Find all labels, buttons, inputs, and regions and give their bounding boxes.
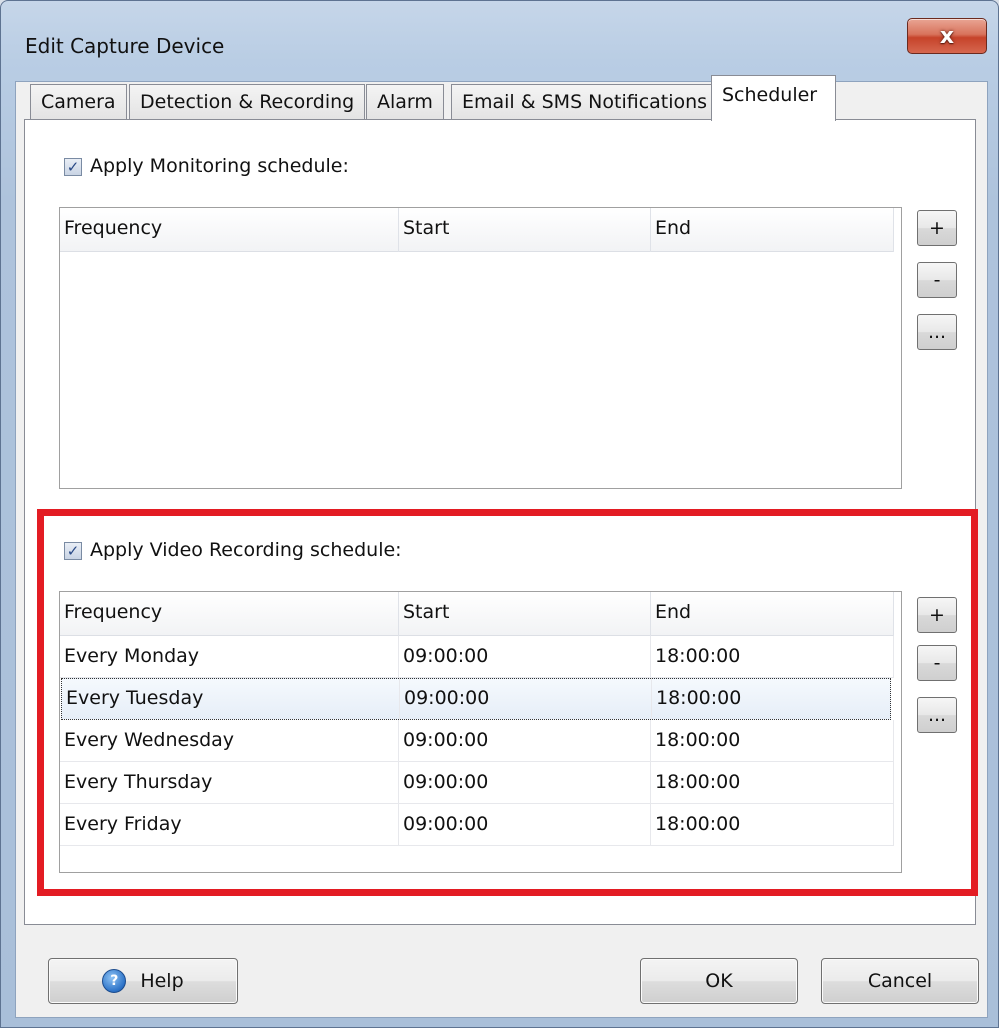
recording-schedule-label[interactable]: Apply Video Recording schedule:: [90, 539, 402, 561]
cell-end: 18:00:00: [651, 762, 894, 803]
column-header-end[interactable]: End: [651, 592, 894, 636]
tab-email-sms-notifications[interactable]: Email & SMS Notifications: [451, 84, 719, 120]
monitoring-edit-button[interactable]: ...: [917, 314, 957, 350]
cell-frequency: Every Monday: [60, 636, 399, 677]
recording-add-button[interactable]: +: [917, 597, 957, 633]
column-header-start[interactable]: Start: [399, 208, 651, 252]
cell-start: 09:00:00: [399, 762, 651, 803]
table-row[interactable]: Every Wednesday 09:00:00 18:00:00: [60, 720, 894, 762]
ok-button[interactable]: OK: [640, 958, 798, 1004]
recording-schedule-checkbox[interactable]: ✓: [64, 542, 82, 560]
monitoring-list-header: Frequency Start End: [60, 208, 894, 252]
monitoring-remove-button[interactable]: -: [917, 262, 957, 298]
monitoring-add-button[interactable]: +: [917, 210, 957, 246]
cell-start: 09:00:00: [399, 804, 651, 845]
table-row-focused[interactable]: Every Tuesday 09:00:00 18:00:00: [61, 678, 891, 720]
tab-detection-recording[interactable]: Detection & Recording: [129, 84, 366, 120]
monitoring-schedule-label[interactable]: Apply Monitoring schedule:: [90, 155, 349, 177]
tab-scheduler[interactable]: Scheduler: [711, 75, 836, 121]
title-bar[interactable]: Edit Capture Device x: [1, 1, 999, 83]
column-header-frequency[interactable]: Frequency: [60, 592, 399, 636]
cancel-button[interactable]: Cancel: [821, 958, 979, 1004]
cell-end: 18:00:00: [651, 720, 894, 761]
cell-end: 18:00:00: [651, 804, 894, 845]
monitoring-schedule-list[interactable]: Frequency Start End: [59, 207, 902, 489]
recording-remove-button[interactable]: -: [917, 645, 957, 681]
cell-frequency: Every Wednesday: [60, 720, 399, 761]
tab-camera[interactable]: Camera: [30, 84, 127, 120]
cell-start: 09:00:00: [400, 678, 652, 719]
table-row[interactable]: Every Thursday 09:00:00 18:00:00: [60, 762, 894, 804]
recording-edit-button[interactable]: ...: [917, 697, 957, 733]
cell-end: 18:00:00: [651, 636, 894, 677]
close-button[interactable]: x: [907, 18, 987, 54]
recording-schedule-list[interactable]: Frequency Start End Every Monday 09:00:0…: [59, 591, 902, 873]
column-header-start[interactable]: Start: [399, 592, 651, 636]
table-row[interactable]: Every Monday 09:00:00 18:00:00: [60, 636, 894, 678]
monitoring-schedule-checkbox[interactable]: ✓: [64, 158, 82, 176]
help-button-label: Help: [140, 970, 184, 992]
help-icon: ?: [102, 969, 127, 993]
cell-frequency: Every Tuesday: [62, 678, 400, 719]
check-mark-icon: ✓: [66, 157, 80, 176]
column-header-end[interactable]: End: [651, 208, 894, 252]
column-header-frequency[interactable]: Frequency: [60, 208, 399, 252]
cell-start: 09:00:00: [399, 636, 651, 677]
close-icon: x: [939, 23, 955, 49]
cell-end: 18:00:00: [656, 687, 742, 709]
recording-list-header: Frequency Start End: [60, 592, 894, 636]
cell-start: 09:00:00: [399, 720, 651, 761]
cell-frequency: Every Friday: [60, 804, 399, 845]
help-button[interactable]: ? Help: [48, 958, 238, 1004]
check-mark-icon: ✓: [66, 541, 80, 560]
table-row[interactable]: Every Friday 09:00:00 18:00:00: [60, 804, 894, 846]
tab-alarm[interactable]: Alarm: [366, 84, 444, 120]
cell-frequency: Every Thursday: [60, 762, 399, 803]
window-title: Edit Capture Device: [25, 34, 225, 58]
